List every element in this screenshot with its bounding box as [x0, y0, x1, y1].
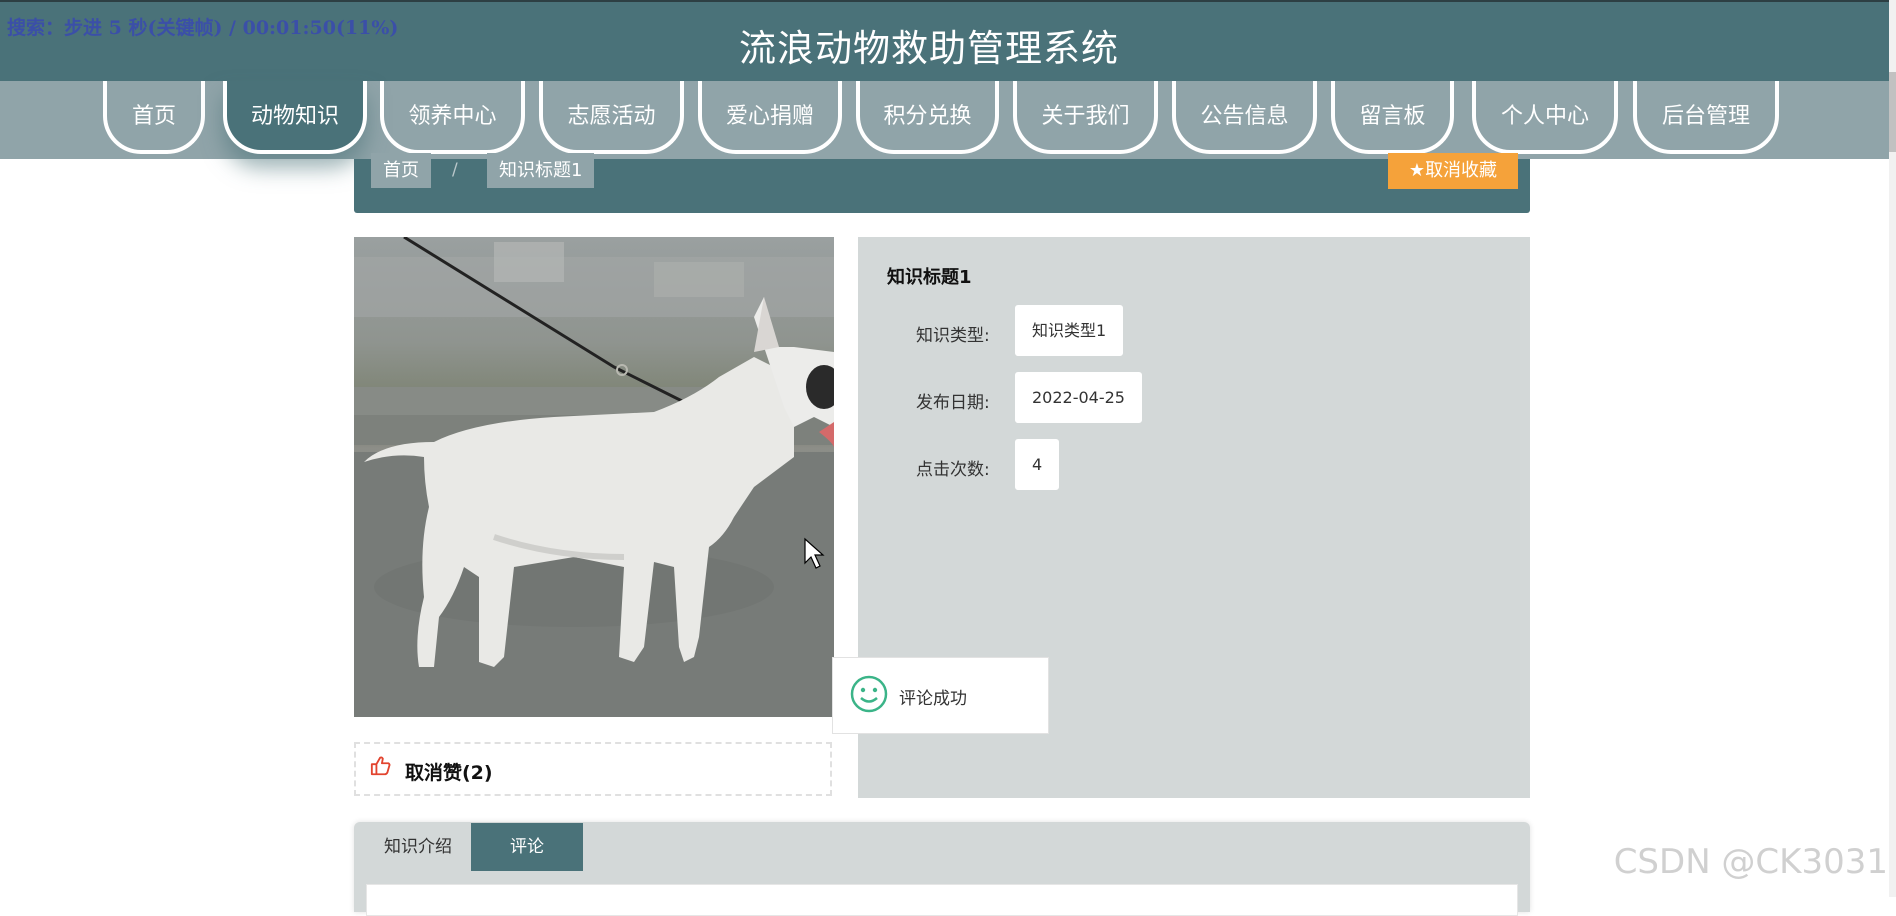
- field-label-clicks: 点击次数:: [916, 460, 990, 480]
- nav-item-notices[interactable]: 公告信息: [1172, 81, 1317, 154]
- scrollbar-thumb[interactable]: [1889, 72, 1896, 152]
- unfavorite-button[interactable]: ★取消收藏: [1388, 153, 1518, 189]
- unlike-label[interactable]: 取消赞(2): [405, 758, 493, 785]
- dog-photo-illustration: [354, 237, 834, 717]
- tab-knowledge-intro[interactable]: 知识介绍: [365, 823, 471, 871]
- video-seek-overlay-text: 搜索：步进 5 秒(关键帧) / 00:01:50(11%): [7, 17, 399, 39]
- nav-item-points-exchange[interactable]: 积分兑换: [856, 81, 999, 154]
- page-scrollbar[interactable]: [1889, 0, 1896, 897]
- nav-item-about-us[interactable]: 关于我们: [1013, 81, 1158, 154]
- detail-title: 知识标题1: [887, 267, 972, 288]
- field-label-date: 发布日期:: [916, 393, 990, 413]
- nav-item-animal-knowledge[interactable]: 动物知识: [223, 81, 367, 154]
- thumbs-up-icon[interactable]: [370, 755, 392, 781]
- tab-content-area: [366, 884, 1518, 916]
- smile-icon: [850, 675, 888, 717]
- nav-item-admin[interactable]: 后台管理: [1633, 81, 1779, 154]
- nav-item-personal-center[interactable]: 个人中心: [1472, 81, 1618, 154]
- field-value-type: 知识类型1: [1015, 305, 1124, 356]
- breadcrumb-current: 知识标题1: [487, 153, 595, 188]
- breadcrumb-home[interactable]: 首页: [371, 153, 431, 188]
- field-value-clicks: 4: [1015, 439, 1060, 490]
- nav-item-donation[interactable]: 爱心捐赠: [698, 81, 842, 154]
- field-value-date: 2022-04-25: [1015, 372, 1142, 423]
- breadcrumb-separator: /: [452, 160, 458, 180]
- nav-item-adoption-center[interactable]: 领养中心: [380, 81, 525, 154]
- nav-item-message-board[interactable]: 留言板: [1331, 81, 1454, 154]
- animal-photo: [354, 237, 834, 717]
- unfavorite-label: 取消收藏: [1425, 160, 1498, 181]
- star-icon: ★: [1408, 160, 1426, 181]
- nav-item-volunteer[interactable]: 志愿活动: [539, 81, 684, 154]
- nav-item-home[interactable]: 首页: [103, 81, 205, 154]
- tab-comments[interactable]: 评论: [471, 823, 583, 871]
- toast-text: 评论成功: [899, 689, 967, 709]
- field-label-type: 知识类型:: [916, 326, 990, 346]
- watermark: CSDN @CK3031: [1613, 842, 1888, 882]
